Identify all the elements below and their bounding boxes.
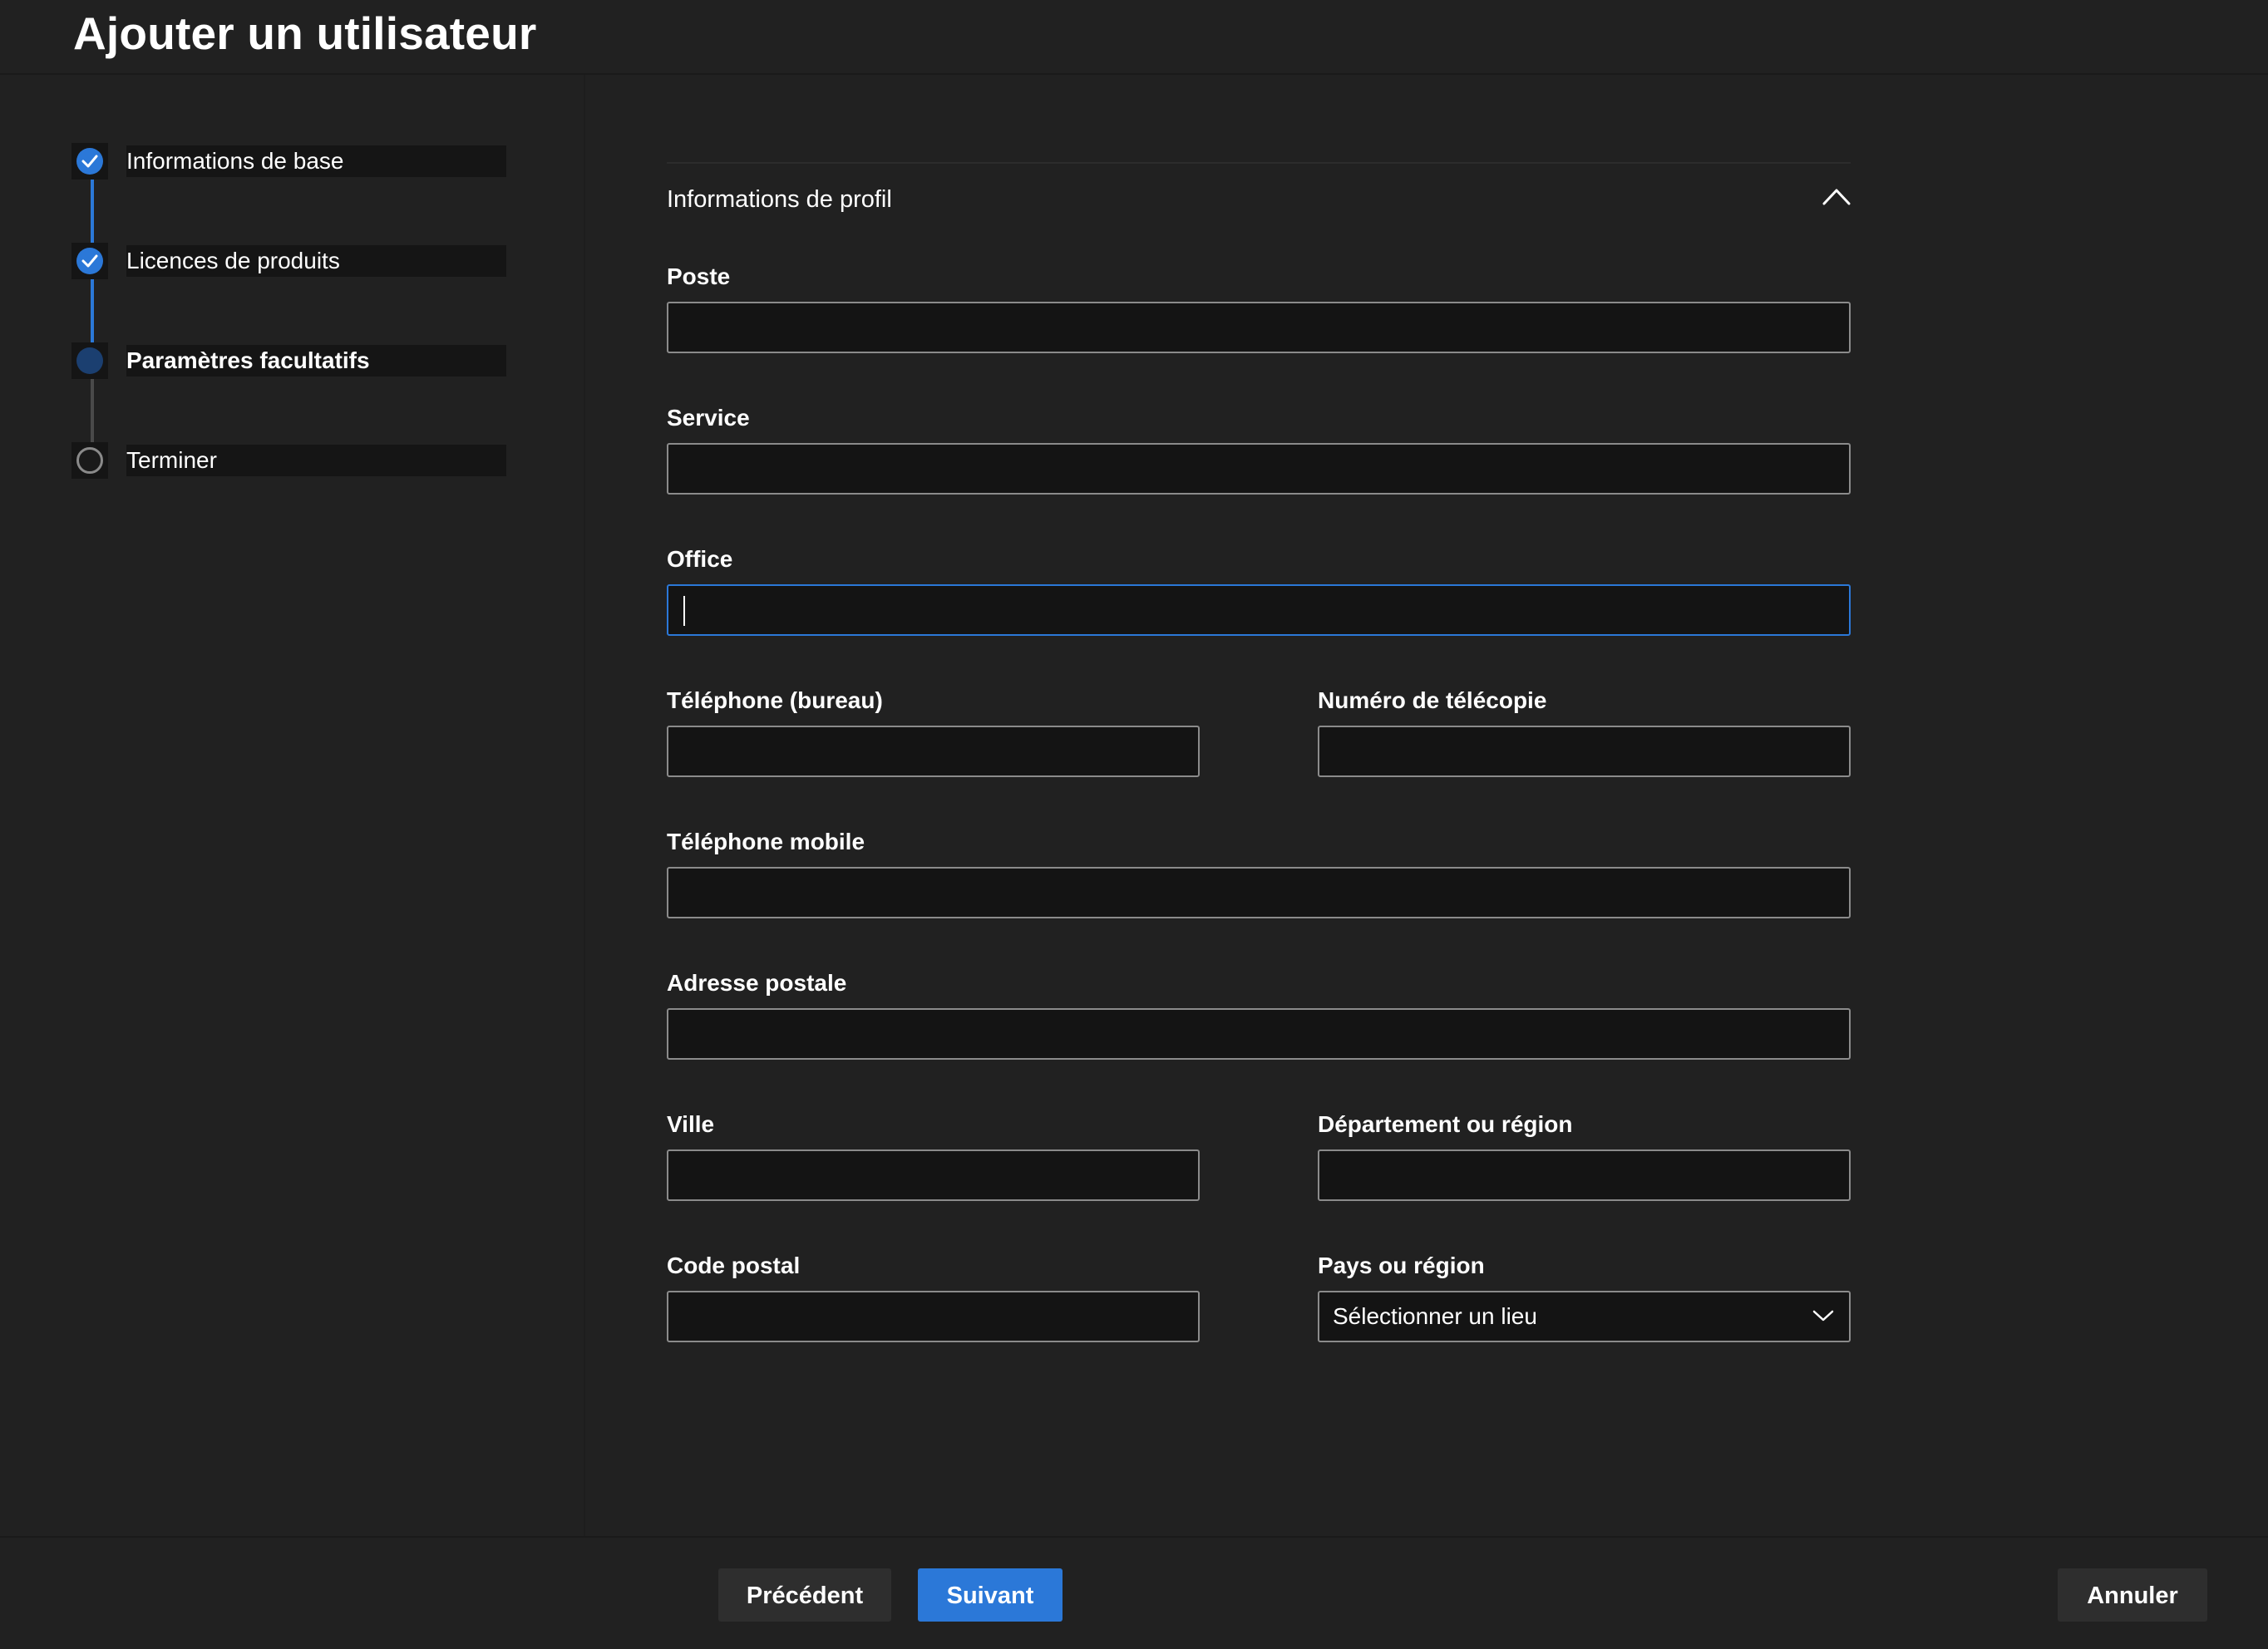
poste-label: Poste (667, 263, 731, 289)
departement-label: Département ou région (1318, 1111, 1573, 1137)
next-button[interactable]: Suivant (918, 1568, 1063, 1622)
wizard-step-label: Terminer (126, 447, 217, 473)
fax-input[interactable] (1318, 726, 1851, 777)
pays-dropdown[interactable]: Sélectionner un lieu (1318, 1291, 1851, 1342)
mobile-label: Téléphone mobile (667, 829, 865, 854)
section-title: Informations de profil (667, 186, 892, 213)
step-completed-check-icon (76, 148, 103, 175)
step-current-dot-icon (76, 347, 103, 374)
adresse-label: Adresse postale (667, 970, 847, 996)
chevron-up-icon[interactable] (1822, 187, 1851, 205)
wizard-step-licences-de-produits[interactable]: Licences de produits (71, 243, 506, 279)
mobile-input[interactable] (667, 867, 1851, 918)
ville-input[interactable] (667, 1149, 1200, 1201)
pays-selected-value: Sélectionner un lieu (1333, 1303, 1537, 1329)
wizard-step-parametres-facultatifs[interactable]: Paramètres facultatifs (71, 342, 506, 379)
step-pending-circle-icon (76, 447, 103, 474)
wizard-step-label: Paramètres facultatifs (126, 347, 370, 373)
step-connector (91, 377, 94, 447)
departement-input[interactable] (1318, 1149, 1851, 1201)
page-title: Ajouter un utilisateur (73, 7, 537, 59)
poste-input[interactable] (667, 302, 1851, 353)
fax-label: Numéro de télécopie (1318, 687, 1547, 713)
wizard-sidebar: Informations de base Licences de produit… (0, 75, 585, 1536)
text-caret (683, 596, 685, 626)
page-header: Ajouter un utilisateur (0, 0, 2268, 75)
office-label: Office (667, 546, 733, 572)
telephone-bureau-input[interactable] (667, 726, 1200, 777)
wizard-step-informations-de-base[interactable]: Informations de base (71, 143, 506, 180)
telephone-bureau-label: Téléphone (bureau) (667, 687, 883, 713)
code-postal-label: Code postal (667, 1253, 801, 1278)
service-input[interactable] (667, 443, 1851, 495)
wizard-step-label: Licences de produits (126, 248, 340, 273)
code-postal-input[interactable] (667, 1291, 1200, 1342)
step-connector (91, 278, 94, 347)
office-input[interactable] (667, 584, 1851, 636)
step-completed-check-icon (76, 248, 103, 274)
wizard-step-label: Informations de base (126, 148, 344, 174)
ville-label: Ville (667, 1111, 715, 1137)
wizard-step-terminer[interactable]: Terminer (71, 442, 506, 479)
service-label: Service (667, 405, 750, 431)
chevron-down-icon (1812, 1310, 1834, 1322)
previous-button[interactable]: Précédent (718, 1568, 891, 1622)
footer-bar: Précédent Suivant Annuler (0, 1536, 2268, 1649)
pays-label: Pays ou région (1318, 1253, 1485, 1278)
section-divider (667, 162, 1851, 164)
cancel-button[interactable]: Annuler (2058, 1568, 2207, 1622)
adresse-input[interactable] (667, 1008, 1851, 1060)
step-connector (91, 178, 94, 248)
